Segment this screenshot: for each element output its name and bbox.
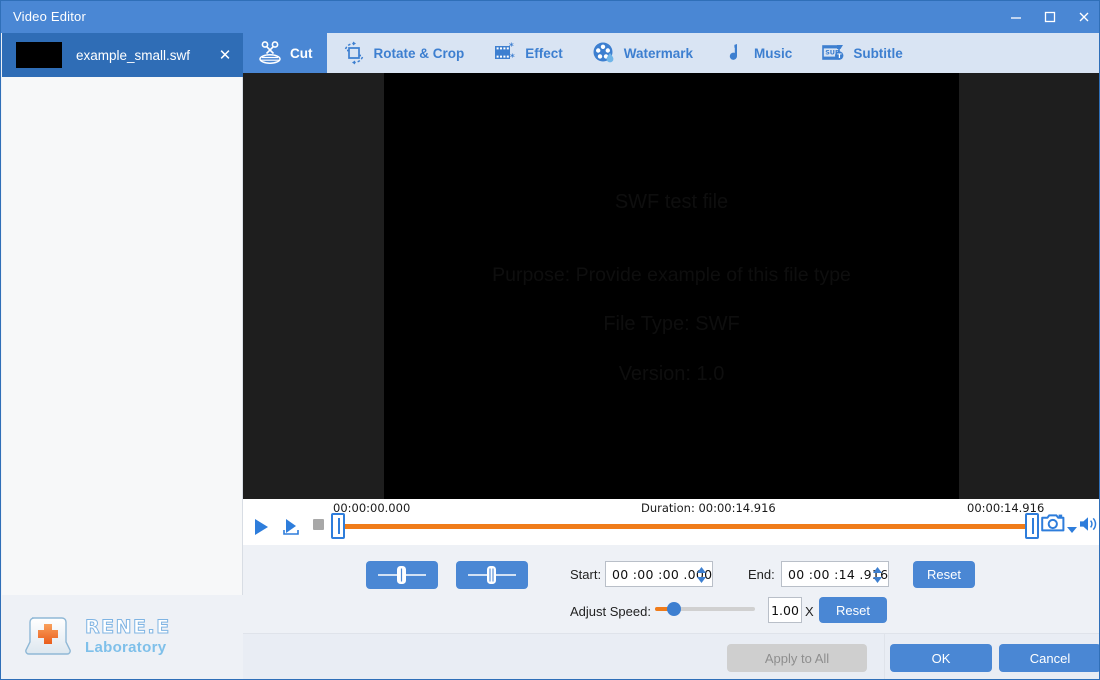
- maximize-icon: [1044, 11, 1056, 23]
- start-label: Start:: [570, 567, 602, 582]
- set-start-marker-button[interactable]: [366, 561, 438, 589]
- tab-rotate-crop[interactable]: Rotate & Crop: [327, 33, 479, 73]
- speed-slider-knob[interactable]: [667, 602, 681, 616]
- svg-text:*: *: [510, 53, 515, 63]
- end-time-input[interactable]: 00 :00 :14 .916: [781, 561, 889, 587]
- scissors-icon: [259, 41, 281, 64]
- set-end-marker-icon: [468, 566, 516, 584]
- tab-cut[interactable]: Cut: [243, 33, 327, 73]
- snapshot-options-button[interactable]: [1067, 521, 1077, 539]
- title-bar: Video Editor: [1, 1, 1099, 33]
- tab-label: Rotate & Crop: [373, 45, 465, 61]
- tab-label: Watermark: [623, 45, 694, 61]
- snapshot-button[interactable]: [1041, 513, 1065, 538]
- window-title: Video Editor: [13, 9, 86, 24]
- speed-slider[interactable]: [655, 602, 755, 616]
- start-time-input[interactable]: 00 :00 :00 .000: [605, 561, 713, 587]
- trim-handle-right-icon[interactable]: [1025, 513, 1039, 539]
- file-list-sidebar: example_small.swf ✕: [2, 33, 243, 595]
- rotate-crop-icon: [344, 41, 363, 65]
- play-button[interactable]: [251, 517, 271, 537]
- close-icon: [1079, 12, 1089, 22]
- tab-effect[interactable]: * * Effect: [478, 33, 577, 73]
- adjust-speed-label: Adjust Speed:: [570, 604, 651, 619]
- spinner-arrows-icon[interactable]: [696, 565, 707, 585]
- preview-line-3: File Type: SWF: [603, 313, 740, 335]
- tab-label: Subtitle: [853, 45, 903, 61]
- cancel-button[interactable]: Cancel: [999, 644, 1099, 672]
- video-stage: SWF test file Purpose: Provide example o…: [243, 73, 1099, 499]
- maximize-button[interactable]: [1033, 1, 1067, 33]
- keyboard-key-cross-icon: [23, 611, 73, 661]
- logo-subtitle: Laboratory: [85, 638, 167, 656]
- tab-label: Music: [754, 45, 793, 61]
- preview-line-2: Purpose: Provide example of this file ty…: [492, 264, 851, 286]
- tab-label: Cut: [290, 45, 313, 61]
- file-thumbnail: [16, 42, 62, 68]
- tab-watermark[interactable]: Watermark: [577, 33, 707, 73]
- ok-button[interactable]: OK: [890, 644, 992, 672]
- trim-handle-left-icon[interactable]: [331, 513, 345, 539]
- brand-logo: RENE.E Laboratory: [23, 611, 171, 661]
- timeline-duration-label: Duration: 00:00:14.916: [641, 501, 776, 515]
- remove-file-button[interactable]: ✕: [211, 33, 239, 77]
- preview-line-1: SWF test file: [614, 191, 729, 213]
- close-button[interactable]: [1067, 1, 1099, 33]
- reset-trim-button[interactable]: Reset: [913, 561, 975, 588]
- timeline-track[interactable]: [339, 524, 1032, 529]
- minimize-icon: [1011, 17, 1021, 19]
- reset-speed-button[interactable]: Reset: [819, 597, 887, 623]
- camera-icon: [1041, 514, 1065, 532]
- dialog-footer: Apply to All OK Cancel: [243, 633, 1099, 679]
- watermark-icon: [593, 42, 614, 63]
- minimize-button[interactable]: [999, 1, 1033, 33]
- set-end-marker-button[interactable]: [456, 561, 528, 589]
- video-editor-window: Video Editor example_small.swf ✕ RENE.E …: [0, 0, 1100, 680]
- video-preview[interactable]: SWF test file Purpose: Provide example o…: [384, 73, 959, 499]
- preview-line-4: Version: 1.0: [618, 363, 725, 385]
- spinner-arrows-icon[interactable]: [872, 565, 883, 585]
- tab-subtitle[interactable]: SUB T Subtitle: [806, 33, 917, 73]
- tab-label: Effect: [525, 45, 563, 61]
- play-selection-button[interactable]: [281, 517, 301, 537]
- footer-divider: [884, 634, 885, 679]
- svg-text:T: T: [838, 52, 843, 60]
- editor-tabs: Cut Rotate & Crop * * Effect Watermark M…: [243, 33, 1099, 73]
- file-name-label: example_small.swf: [76, 47, 191, 63]
- stop-icon: [313, 519, 324, 530]
- play-icon: [255, 519, 268, 535]
- effect-icon: * *: [495, 42, 515, 63]
- volume-icon: [1080, 517, 1097, 531]
- play-selection-icon: [283, 519, 299, 535]
- subtitle-icon: SUB T: [822, 45, 844, 60]
- music-note-icon: [729, 44, 738, 60]
- logo-title: RENE.E: [85, 615, 171, 638]
- set-start-marker-icon: [378, 566, 426, 584]
- svg-text:*: *: [509, 42, 514, 52]
- cut-controls-panel: Start: 00 :00 :00 .000 End: 00 :00 :14 .…: [243, 545, 1099, 633]
- apply-to-all-button[interactable]: Apply to All: [727, 644, 867, 672]
- end-label: End:: [748, 567, 775, 582]
- speed-value-input[interactable]: 1.00: [768, 597, 802, 623]
- stop-button[interactable]: [311, 517, 327, 533]
- chevron-down-icon: [1067, 527, 1077, 533]
- volume-button[interactable]: [1079, 515, 1099, 538]
- tab-music[interactable]: Music: [707, 33, 806, 73]
- speed-unit-label: X: [805, 604, 814, 619]
- timeline-bar: 00:00:00.000 Duration: 00:00:14.916 00:0…: [243, 499, 1099, 546]
- list-item[interactable]: example_small.swf ✕: [2, 33, 243, 77]
